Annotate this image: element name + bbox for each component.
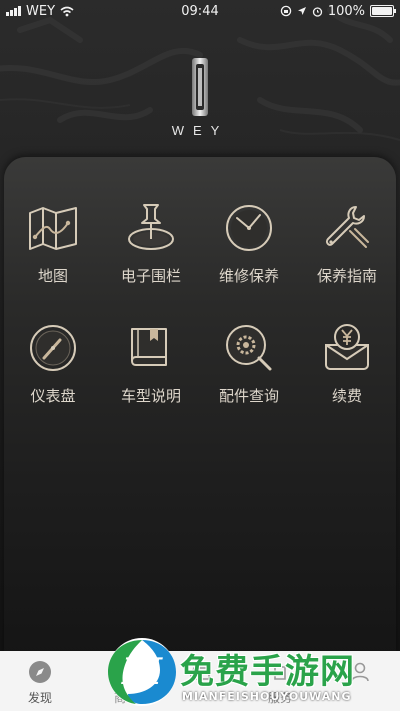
menu-item-maintenance[interactable]: 维修保养 [200,201,298,309]
watermark-subtitle: MIANFEISHOUYOUWANG [182,690,352,703]
svg-text:M: M [120,651,163,693]
menu-item-label: 配件查询 [218,387,279,405]
wey-logo-icon [192,58,208,116]
menu-item-parts-query[interactable]: 配件查询 [200,321,298,429]
feature-panel: 地图 电子围栏 维修保养 保养指南 仪表盘 车型说明 配件查询 续费 [4,157,396,657]
menu-item-dashboard[interactable]: 仪表盘 [4,321,102,429]
menu-item-maintenance-guide[interactable]: 保养指南 [298,201,396,309]
feature-grid: 地图 电子围栏 维修保养 保养指南 仪表盘 车型说明 配件查询 续费 [4,201,396,429]
menu-item-label: 保养指南 [316,267,377,285]
clock-icon [226,205,272,251]
status-bar: WEY 09:44 100% [0,0,400,22]
wrench-icon [325,206,369,248]
status-time: 09:44 [181,4,219,19]
compass-icon [29,661,51,683]
menu-item-vehicle-manual[interactable]: 车型说明 [102,321,200,429]
menu-item-geofence[interactable]: 电子围栏 [102,201,200,309]
yen-wallet-icon [325,324,369,370]
brand-wordmark: WEY [171,123,229,138]
menu-item-label: 续费 [331,387,362,405]
map-icon [29,207,77,250]
tab-discover[interactable]: 发现 [0,651,80,711]
watermark-title: 免费手游网 [180,652,355,692]
tab-label: 发现 [27,691,52,705]
gear-search-icon [226,325,272,371]
watermark-logo-icon: M [108,638,176,706]
geofence-pin-icon [128,204,174,250]
gauge-icon [30,325,76,371]
menu-item-map[interactable]: 地图 [4,201,102,309]
menu-item-label: 车型说明 [120,387,181,405]
menu-item-label: 电子围栏 [120,267,181,285]
manual-book-icon [131,328,167,366]
menu-item-renewal[interactable]: 续费 [298,321,396,429]
battery-icon [370,5,396,17]
menu-item-label: 仪表盘 [30,387,76,405]
menu-item-label: 地图 [37,267,68,285]
menu-item-label: 维修保养 [218,267,279,285]
watermark: M 免费手游网 MIANFEISHOUYOUWANG [100,632,400,711]
